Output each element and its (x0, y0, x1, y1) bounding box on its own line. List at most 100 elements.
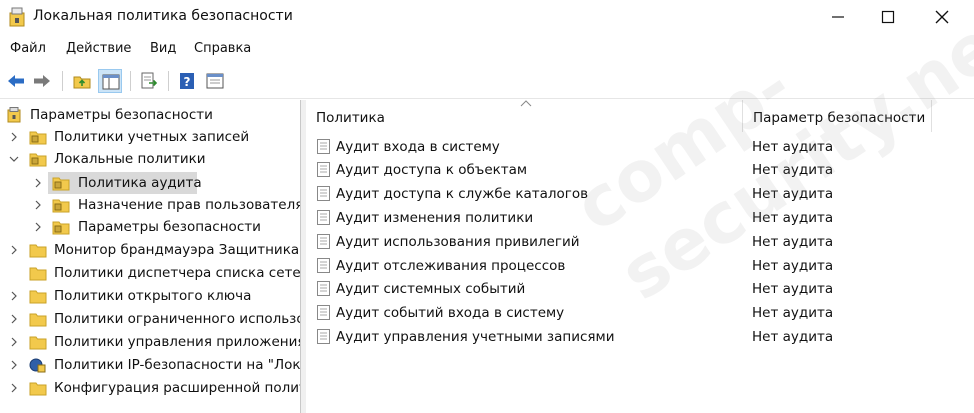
show-hide-tree-icon (102, 74, 120, 90)
title-bar: Локальная политика безопасности (0, 0, 974, 36)
toolbar-separator (130, 71, 131, 91)
chevron-right-icon[interactable] (8, 313, 20, 325)
policy-item-icon (317, 210, 330, 225)
chevron-right-icon[interactable] (32, 199, 44, 211)
list-item[interactable]: Аудит использования привилегий Нет аудит… (306, 230, 966, 253)
tree-item-security-options[interactable]: Параметры безопасности (0, 216, 300, 238)
tree-item-account-policies[interactable]: Политики учетных записей (0, 126, 300, 148)
policy-item-icon (317, 258, 330, 273)
tree-item-label: Политика аудита (78, 175, 202, 191)
window-title: Локальная политика безопасности (33, 8, 293, 24)
tree-item-security-settings-root[interactable]: Параметры безопасности (0, 104, 300, 126)
tree-item-firewall-monitor[interactable]: Монитор брандмауэра Защитника Windows (0, 239, 300, 261)
properties-icon (206, 73, 224, 89)
security-policy-app-icon (9, 7, 25, 27)
svg-text:?: ? (184, 75, 191, 89)
tree-item-application-control[interactable]: Политики управления приложениями (0, 331, 300, 353)
tree-item-label: Локальные политики (54, 151, 206, 167)
policy-item-icon (317, 329, 330, 344)
forward-arrow-icon (34, 75, 50, 87)
list-item[interactable]: Аудит входа в систему Нет аудита (306, 135, 966, 158)
toolbar: ? (0, 64, 974, 99)
column-header-policy[interactable]: Политика (306, 100, 743, 132)
chevron-right-icon[interactable] (8, 382, 20, 394)
export-list-button[interactable] (137, 69, 161, 93)
minimize-icon (832, 16, 844, 18)
folder-lock-icon (52, 177, 70, 191)
tree-item-label: Политики IP-безопасности на "Локальный к… (54, 357, 301, 373)
list-item[interactable]: Аудит системных событий Нет аудита (306, 277, 966, 300)
list-item[interactable]: Аудит управления учетными записями Нет а… (306, 325, 966, 348)
tree-item-label: Политики диспетчера списка сетей (54, 265, 301, 281)
chevron-right-icon[interactable] (8, 290, 20, 302)
sort-ascending-icon (520, 100, 532, 107)
menu-bar: Файл Действие Вид Справка (0, 38, 974, 60)
export-list-icon (141, 72, 158, 89)
tree-item-label: Параметры безопасности (78, 219, 261, 235)
chevron-down-icon[interactable] (8, 153, 20, 165)
menu-file[interactable]: Файл (10, 41, 46, 56)
forward-button[interactable] (30, 69, 54, 93)
close-button[interactable] (916, 0, 970, 34)
show-hide-tree-button[interactable] (98, 69, 122, 93)
tree-item-label: Параметры безопасности (30, 107, 213, 123)
maximize-icon (881, 10, 895, 24)
help-button[interactable]: ? (175, 69, 199, 93)
folder-lock-icon (29, 131, 47, 145)
folder-icon (29, 313, 47, 327)
tree-item-software-restriction[interactable]: Политики ограниченного использования про… (0, 308, 300, 330)
folder-lock-icon (52, 221, 70, 235)
tree-item-label: Политики учетных записей (54, 129, 250, 145)
folder-lock-icon (29, 153, 47, 167)
column-header-security-setting[interactable]: Параметр безопасности (743, 100, 932, 132)
list-item[interactable]: Аудит отслеживания процессов Нет аудита (306, 254, 966, 277)
properties-button[interactable] (203, 69, 227, 93)
policy-item-icon (317, 305, 330, 320)
details-list: Политика Параметр безопасности Аудит вхо… (306, 100, 974, 413)
tree-item-label: Назначение прав пользователя (78, 197, 301, 213)
chevron-right-icon[interactable] (8, 244, 20, 256)
policy-item-icon (317, 234, 330, 249)
tree-item-advanced-audit-config[interactable]: Конфигурация расширенной политики аудита (0, 377, 300, 399)
chevron-right-icon[interactable] (8, 336, 20, 348)
toolbar-separator (168, 71, 169, 91)
close-icon (935, 10, 949, 24)
menu-view[interactable]: Вид (150, 41, 176, 56)
maximize-button[interactable] (862, 0, 916, 34)
folder-icon (29, 382, 47, 396)
tree-item-label: Политики ограниченного использования про… (54, 311, 300, 327)
chevron-right-icon[interactable] (8, 359, 20, 371)
list-item[interactable]: Аудит доступа к службе каталогов Нет ауд… (306, 182, 966, 205)
tree-item-local-policies[interactable]: Локальные политики (0, 148, 300, 170)
menu-help[interactable]: Справка (194, 41, 251, 56)
up-level-button[interactable] (70, 69, 94, 93)
list-item[interactable]: Аудит изменения политики Нет аудита (306, 206, 966, 229)
chevron-right-icon[interactable] (32, 177, 44, 189)
policy-item-icon (317, 186, 330, 201)
toolbar-separator (62, 71, 63, 91)
list-item[interactable]: Аудит событий входа в систему Нет аудита (306, 301, 966, 324)
folder-icon (29, 290, 47, 304)
minimize-button[interactable] (812, 0, 866, 34)
tree-item-audit-policy[interactable]: Политика аудита (0, 172, 300, 194)
folder-lock-icon (52, 199, 70, 213)
list-item[interactable]: Аудит доступа к объектам Нет аудита (306, 158, 966, 181)
menu-action[interactable]: Действие (66, 41, 131, 56)
policy-item-icon (317, 162, 330, 177)
back-button[interactable] (4, 69, 28, 93)
up-folder-icon (73, 76, 91, 89)
chevron-right-icon[interactable] (32, 221, 44, 233)
security-settings-icon (7, 107, 21, 123)
tree-item-network-list-manager[interactable]: Политики диспетчера списка сетей (0, 262, 300, 284)
tree-item-ip-security[interactable]: Политики IP-безопасности на "Локальный к… (0, 354, 300, 376)
tree-item-public-key-policies[interactable]: Политики открытого ключа (0, 285, 300, 307)
tree-item-label: Монитор брандмауэра Защитника Windows (54, 242, 300, 258)
folder-icon (29, 267, 47, 281)
folder-icon (29, 244, 47, 258)
chevron-right-icon[interactable] (8, 131, 20, 143)
tree-item-label: Политики открытого ключа (54, 288, 252, 304)
tree-item-user-rights-assignment[interactable]: Назначение прав пользователя (0, 194, 300, 216)
tree-item-label: Политики управления приложениями (54, 334, 301, 350)
help-icon: ? (180, 73, 194, 89)
ip-security-icon (29, 358, 46, 373)
